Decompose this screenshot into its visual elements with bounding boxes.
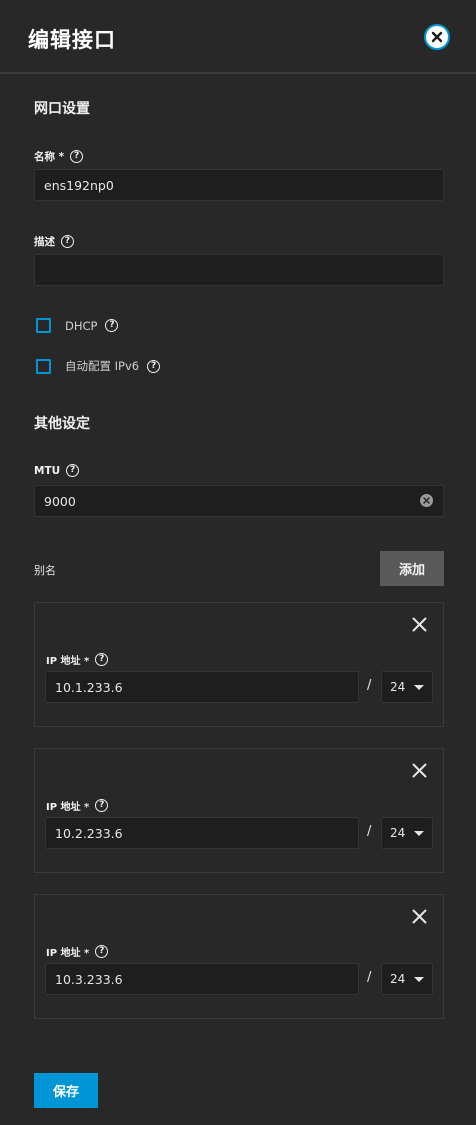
mtu-label: MTU ? [34,464,80,477]
save-button[interactable]: 保存 [34,1073,98,1108]
alias-card: IP 地址 * ? / 24 [34,602,444,727]
caret-down-icon [414,685,424,690]
name-input[interactable] [34,169,444,201]
autoconfig-ipv6-checkbox[interactable] [36,358,51,374]
netmask-select[interactable]: 24 [381,671,433,703]
mtu-label-text: MTU [34,464,61,477]
help-icon[interactable]: ? [95,799,109,812]
remove-alias-button[interactable] [409,760,429,780]
netmask-separator: / [367,970,372,985]
ip-address-label-text: IP 地址 * [46,656,90,667]
help-icon[interactable]: ? [66,464,80,477]
panel-header: 编辑接口 [0,0,476,74]
help-icon[interactable]: ? [105,319,119,332]
section-title-other: 其他设定 [34,416,90,432]
section-title-network: 网口设置 [34,101,90,117]
description-label: 描述 ? [34,234,74,249]
ip-address-input[interactable] [45,963,359,995]
clear-icon[interactable] [420,494,433,507]
close-icon [412,617,426,631]
description-input[interactable] [34,254,444,286]
help-icon[interactable]: ? [95,653,109,666]
name-label: 名称 * ? [34,149,84,164]
mtu-input[interactable] [34,485,444,517]
close-icon [412,909,426,923]
help-icon[interactable]: ? [61,235,74,248]
close-icon [431,31,443,43]
netmask-separator: / [367,824,372,839]
description-label-text: 描述 [34,236,55,248]
help-icon[interactable]: ? [147,359,161,373]
help-icon[interactable]: ? [95,945,109,958]
caret-down-icon [414,977,424,982]
alias-card: IP 地址 * ? / 24 [34,894,444,1019]
autoconfig-ipv6-row: 自动配置 IPv6 ? [36,358,161,374]
ip-address-label: IP 地址 * ? [46,944,109,959]
remove-alias-button[interactable] [409,614,429,634]
close-icon [412,763,426,777]
caret-down-icon [414,831,424,836]
dhcp-row: DHCP ? [36,318,119,333]
ip-address-label: IP 地址 * ? [46,798,109,813]
ip-address-label: IP 地址 * ? [46,652,109,667]
netmask-separator: / [367,678,372,693]
netmask-value: 24 [390,680,406,694]
dhcp-label: DHCP [65,318,98,333]
netmask-select[interactable]: 24 [381,963,433,995]
ip-address-label-text: IP 地址 * [46,948,90,959]
remove-alias-button[interactable] [409,906,429,926]
ip-address-input[interactable] [45,817,359,849]
close-button[interactable] [424,24,450,50]
name-label-text: 名称 * [34,151,65,163]
help-icon[interactable]: ? [70,150,84,163]
aliases-label: 别名 [34,564,56,577]
dhcp-checkbox[interactable] [36,318,51,333]
autoconfig-ipv6-label: 自动配置 IPv6 [65,359,140,373]
alias-card: IP 地址 * ? / 24 [34,748,444,873]
page-title: 编辑接口 [28,28,116,52]
netmask-value: 24 [390,972,406,986]
ip-address-input[interactable] [45,671,359,703]
netmask-select[interactable]: 24 [381,817,433,849]
netmask-value: 24 [390,826,406,840]
ip-address-label-text: IP 地址 * [46,802,90,813]
edit-interface-panel: 编辑接口 网口设置 名称 * ? 描述 ? DHCP ? 自动配置 IPv6 ?… [0,0,476,1125]
add-alias-button[interactable]: 添加 [380,551,444,586]
